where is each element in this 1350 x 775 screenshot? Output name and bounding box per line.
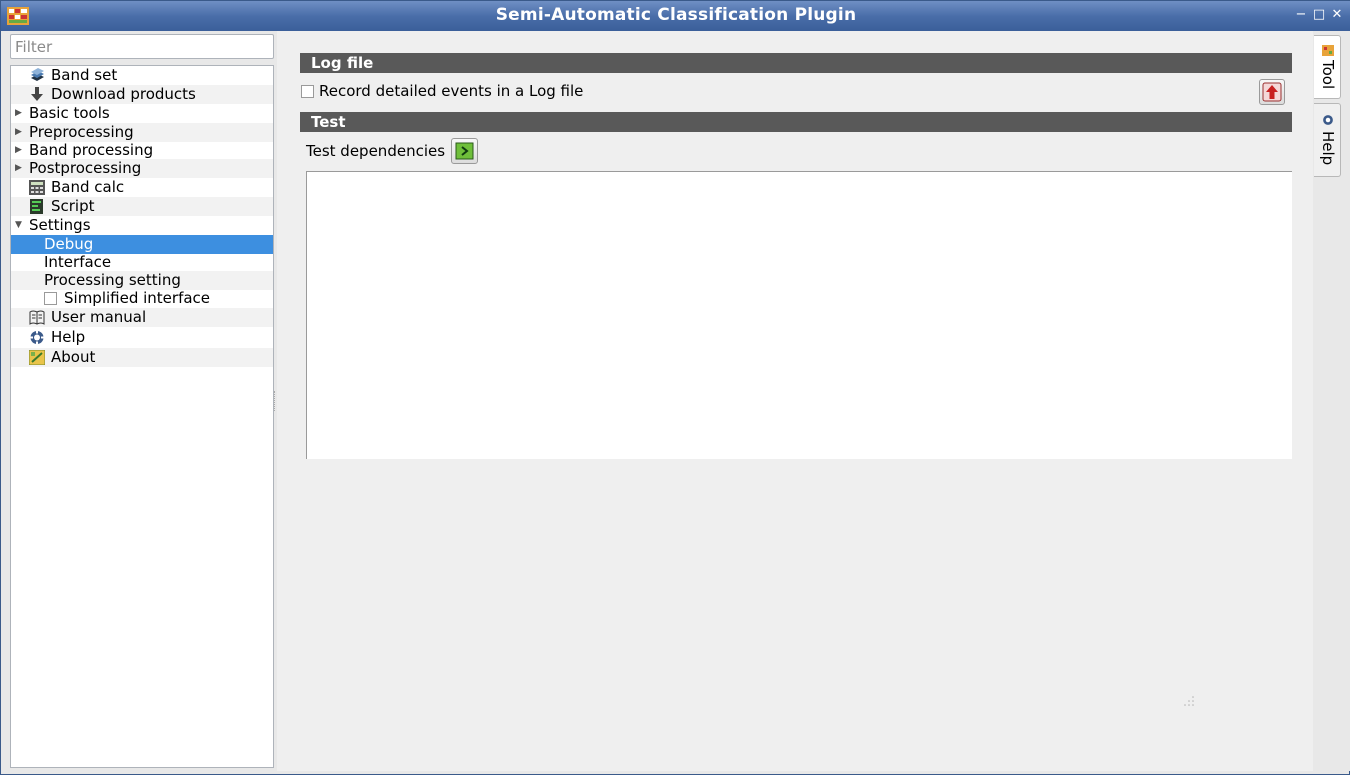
test-section-header: Test xyxy=(300,112,1292,132)
tab-help-label: Help xyxy=(1319,131,1337,166)
tree-item-script[interactable]: Script xyxy=(11,197,273,216)
maximize-icon[interactable]: □ xyxy=(1312,7,1326,23)
plugin-window: Semi-Automatic Classification Plugin − □… xyxy=(0,0,1350,775)
debug-panel: Log file Record detailed events in a Log… xyxy=(277,31,1313,771)
log-file-section-header: Log file xyxy=(300,53,1292,73)
tree-item-interface[interactable]: Interface xyxy=(11,253,273,272)
tab-tool[interactable]: Tool xyxy=(1314,35,1341,99)
tree-item-label: Band set xyxy=(51,66,118,84)
band-set-icon xyxy=(31,68,44,81)
tree-item-processing-setting[interactable]: Processing setting xyxy=(11,271,273,290)
expand-arrow-icon[interactable]: ▶ xyxy=(15,123,22,142)
log-file-checkbox[interactable] xyxy=(301,85,314,98)
tree-item-label: Simplified interface xyxy=(64,289,211,307)
tree-item-label: About xyxy=(51,348,96,366)
tree-item-band-calc[interactable]: Band calc xyxy=(11,178,273,197)
close-icon[interactable]: ✕ xyxy=(1330,7,1344,23)
tool-tree[interactable]: Band set Download products ▶ Basic tools… xyxy=(10,65,274,768)
tree-item-user-manual[interactable]: User manual xyxy=(11,308,273,327)
tree-item-label: Settings xyxy=(29,216,91,234)
tree-item-help[interactable]: Help xyxy=(11,328,273,347)
book-icon xyxy=(29,310,45,325)
tree-item-label: Processing setting xyxy=(44,271,181,289)
simplified-interface-checkbox[interactable] xyxy=(44,292,57,305)
export-arrow-icon xyxy=(1262,82,1282,102)
tab-tool-label: Tool xyxy=(1319,60,1337,90)
expand-arrow-icon[interactable]: ▶ xyxy=(15,159,22,178)
test-dependencies-button[interactable] xyxy=(451,138,478,164)
tree-item-label: Band calc xyxy=(51,178,125,196)
download-icon xyxy=(31,87,43,101)
collapse-arrow-icon[interactable]: ▼ xyxy=(15,216,22,235)
title-bar[interactable]: Semi-Automatic Classification Plugin − □… xyxy=(1,1,1350,31)
filter-field[interactable] xyxy=(10,34,274,59)
tree-item-label: Interface xyxy=(44,253,112,271)
filter-input[interactable] xyxy=(11,35,273,58)
lifebuoy-icon xyxy=(30,330,44,345)
tree-item-label: Basic tools xyxy=(29,104,110,122)
tree-item-simplified-interface[interactable]: Simplified interface xyxy=(11,289,273,308)
about-icon xyxy=(29,350,45,365)
tab-help[interactable]: Help xyxy=(1314,103,1341,177)
tree-item-settings[interactable]: ▼ Settings xyxy=(11,216,273,235)
dock-tab-bar: Tool Help xyxy=(1313,31,1350,771)
tree-item-label: User manual xyxy=(51,308,147,326)
tree-item-download-products[interactable]: Download products xyxy=(11,85,273,104)
log-file-checkbox-label[interactable]: Record detailed events in a Log file xyxy=(319,82,583,100)
tree-item-band-processing[interactable]: ▶ Band processing xyxy=(11,141,273,160)
minimize-icon[interactable]: − xyxy=(1294,7,1308,23)
tree-item-band-set[interactable]: Band set xyxy=(11,66,273,85)
test-output-textarea[interactable] xyxy=(306,171,1292,459)
script-icon xyxy=(30,199,43,214)
tree-item-label: Preprocessing xyxy=(29,123,134,141)
test-dependencies-label: Test dependencies xyxy=(306,142,446,160)
tree-item-basic-tools[interactable]: ▶ Basic tools xyxy=(11,104,273,123)
tree-item-label: Postprocessing xyxy=(29,159,142,177)
tree-item-label: Band processing xyxy=(29,141,154,159)
tree-item-label: Download products xyxy=(51,85,196,103)
tree-item-postprocessing[interactable]: ▶ Postprocessing xyxy=(11,159,273,178)
run-icon xyxy=(455,142,474,160)
tree-item-label: Script xyxy=(51,197,95,215)
expand-arrow-icon[interactable]: ▶ xyxy=(15,141,22,160)
tool-tab-icon xyxy=(1322,45,1334,56)
tree-item-preprocessing[interactable]: ▶ Preprocessing xyxy=(11,123,273,142)
tree-item-label: Help xyxy=(51,328,86,346)
tree-item-debug[interactable]: Debug xyxy=(11,235,273,254)
tree-item-about[interactable]: About xyxy=(11,348,273,367)
help-tab-icon xyxy=(1323,115,1333,125)
window-title: Semi-Automatic Classification Plugin xyxy=(495,5,857,25)
calculator-icon xyxy=(29,180,45,195)
tree-item-label: Debug xyxy=(44,235,94,253)
export-log-button[interactable] xyxy=(1259,79,1285,105)
expand-arrow-icon[interactable]: ▶ xyxy=(15,104,22,123)
resize-grip-icon[interactable] xyxy=(1183,695,1195,707)
